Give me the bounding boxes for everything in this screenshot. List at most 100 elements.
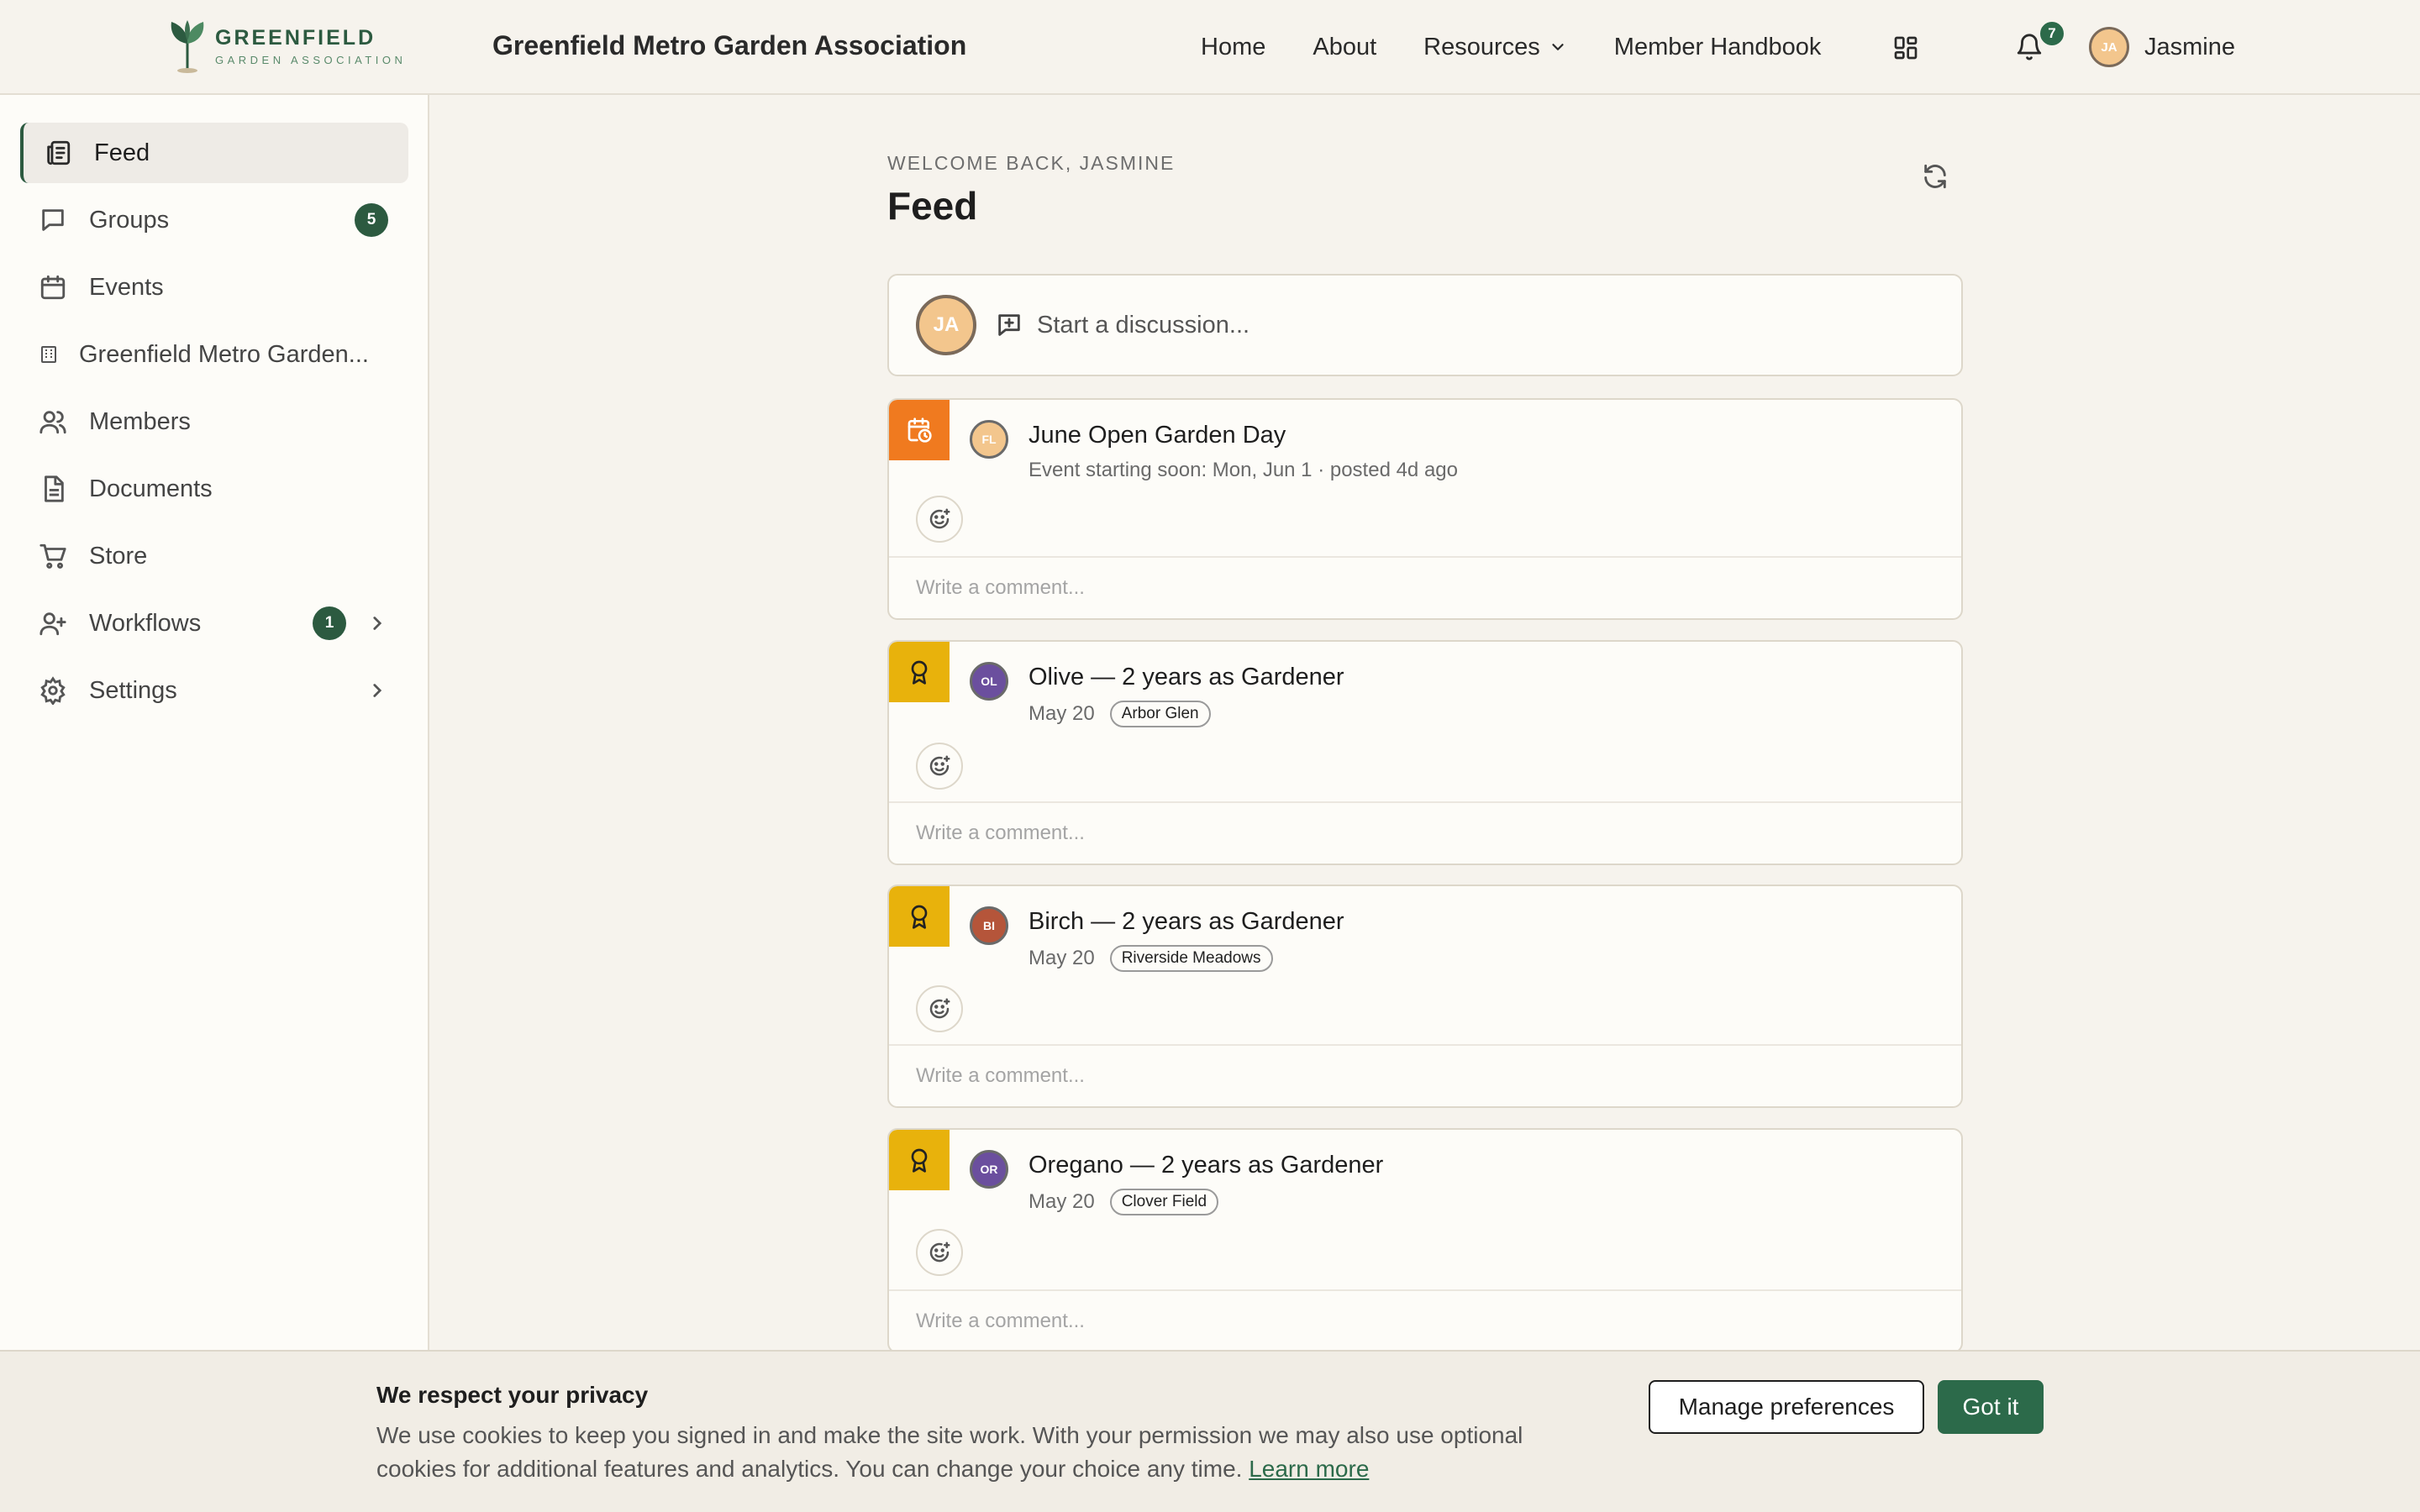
sidebar-item-events[interactable]: Events [20,257,408,318]
sprout-logo-icon [171,20,204,73]
sidebar-item-label: Groups [89,206,170,234]
post-meta-text: Event starting soon: Mon, Jun 1 · posted… [1028,459,1458,481]
feed-post: OL Olive — 2 years as Gardener May 20 Ar… [887,640,1963,865]
nav-resources[interactable]: Resources [1423,34,1567,61]
post-author-avatar[interactable]: OR [970,1150,1008,1189]
add-reaction-button[interactable] [916,743,963,790]
document-icon [45,475,64,502]
comment-input[interactable]: Write a comment... [889,1044,1961,1106]
top-nav: Home About Resources Member Handbook [1201,29,1868,66]
comment-input[interactable]: Write a comment... [889,556,1961,618]
award-ribbon-icon [911,660,928,685]
award-ribbon-icon [911,1148,928,1173]
sidebar-item-groups[interactable]: Groups 5 [20,190,408,250]
feed-icon [47,140,71,165]
notification-badge: 7 [2039,20,2065,47]
anniversary-flag [889,1130,950,1190]
cookie-body: We use cookies to keep you signed in and… [376,1419,1603,1486]
sidebar-item-label: Members [89,407,191,435]
post-meta: May 20 Clover Field [1028,1189,1219,1215]
post-title[interactable]: June Open Garden Day [1028,422,1286,449]
composer-avatar: JA [916,295,976,355]
sidebar-item-documents[interactable]: Documents [20,459,408,519]
brand-logo[interactable]: GREENFIELD GARDEN ASSOCIATION [166,18,406,74]
composer-placeholder: Start a discussion... [1037,311,1250,339]
groups-count-badge: 5 [355,203,388,237]
sidebar-item-organization[interactable]: Greenfield Metro Garden... [20,324,408,385]
comment-input[interactable]: Write a comment... [889,1289,1961,1352]
nav-about[interactable]: About [1313,34,1376,61]
gear-icon [40,676,66,705]
manage-preferences-button[interactable]: Manage preferences [1649,1380,1924,1434]
post-meta: May 20 Arbor Glen [1028,701,1211,727]
org-title: Greenfield Metro Garden Association [492,30,967,60]
learn-more-link[interactable]: Learn more [1249,1456,1369,1482]
post-meta-text: May 20 [1028,1190,1095,1213]
post-title[interactable]: Birch — 2 years as Gardener [1028,908,1344,936]
user-plus-icon [39,612,66,636]
feed-post: FL June Open Garden Day Event starting s… [887,398,1963,620]
add-reaction-button[interactable] [916,496,963,543]
discussion-composer[interactable]: JA Start a discussion... [887,274,1963,376]
sidebar-item-feed[interactable]: Feed [20,123,408,183]
sidebar-item-label: Store [89,542,148,570]
sidebar: Feed Groups 5 Events Greenfield Metro Ga… [0,95,429,1512]
sidebar-item-label: Documents [89,475,213,502]
sidebar-item-label: Greenfield Metro Garden... [79,340,369,368]
calendar-icon [40,275,66,300]
sidebar-item-settings[interactable]: Settings [20,660,408,721]
add-reaction-button[interactable] [916,985,963,1032]
sidebar-item-label: Feed [94,139,150,166]
smiley-plus-icon [929,1242,950,1263]
sidebar-item-label: Workflows [89,609,202,637]
building-icon [41,346,56,363]
apps-grid-icon[interactable] [1892,34,1919,61]
message-plus-icon [998,314,1020,336]
user-menu[interactable]: JA Jasmine [2089,27,2235,67]
welcome-text: WELCOME BACK, JASMINE [887,152,1176,174]
top-bar: GREENFIELD GARDEN ASSOCIATION Greenfield… [0,0,2420,95]
smiley-plus-icon [929,755,950,776]
comment-input[interactable]: Write a comment... [889,801,1961,864]
post-meta-text: May 20 [1028,702,1095,725]
sidebar-item-label: Settings [89,676,177,704]
cookie-title: We respect your privacy [376,1382,649,1408]
sidebar-item-workflows[interactable]: Workflows 1 [20,593,408,654]
user-avatar: JA [2089,27,2129,67]
group-tag[interactable]: Riverside Meadows [1109,945,1273,972]
post-meta: Event starting soon: Mon, Jun 1 · posted… [1028,459,1458,482]
anniversary-flag [889,886,950,947]
brand-name: GREENFIELD [215,26,376,50]
anniversary-flag [889,642,950,702]
smiley-plus-icon [929,998,950,1019]
group-tag[interactable]: Clover Field [1109,1189,1219,1215]
cart-icon [39,543,66,569]
chevron-down-icon [1552,44,1564,50]
user-name: Jasmine [2144,33,2235,60]
nav-home[interactable]: Home [1201,34,1265,61]
chat-bubble-icon [42,209,64,231]
nav-member-handbook[interactable]: Member Handbook [1614,34,1822,61]
cookie-banner: We respect your privacy We use cookies t… [0,1350,2420,1512]
members-icon [39,411,66,434]
post-author-avatar[interactable]: BI [970,906,1008,945]
sidebar-item-store[interactable]: Store [20,526,408,586]
award-ribbon-icon [911,905,928,929]
smiley-plus-icon [929,508,950,529]
post-author-avatar[interactable]: OL [970,662,1008,701]
post-title[interactable]: Olive — 2 years as Gardener [1028,664,1344,691]
accept-cookies-button[interactable]: Got it [1938,1380,2044,1434]
chevron-right-icon[interactable] [366,612,388,634]
event-flag [889,400,950,460]
chevron-right-icon[interactable] [366,680,388,701]
calendar-clock-icon [908,417,932,443]
workflows-count-badge: 1 [313,606,346,640]
add-reaction-button[interactable] [916,1229,963,1276]
post-meta: May 20 Riverside Meadows [1028,945,1273,972]
refresh-icon[interactable] [1921,162,1949,191]
post-meta-text: May 20 [1028,947,1095,969]
sidebar-item-members[interactable]: Members [20,391,408,452]
post-author-avatar[interactable]: FL [970,420,1008,459]
post-title[interactable]: Oregano — 2 years as Gardener [1028,1152,1383,1179]
group-tag[interactable]: Arbor Glen [1109,701,1211,727]
